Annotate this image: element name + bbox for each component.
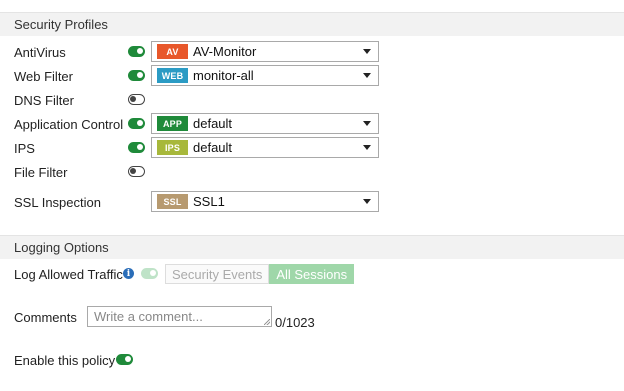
comments-textarea[interactable]: Write a comment... — [87, 306, 272, 327]
application-control-profile-select[interactable]: APP default — [151, 113, 379, 134]
dns-filter-toggle[interactable] — [128, 94, 145, 105]
comments-row: Comments — [14, 306, 77, 328]
logging-options-header: Logging Options — [0, 235, 624, 259]
av-badge: AV — [157, 44, 188, 59]
antivirus-toggle[interactable] — [128, 46, 145, 57]
toggle-knob — [130, 168, 136, 174]
chevron-down-icon — [363, 49, 371, 54]
chevron-down-icon — [363, 121, 371, 126]
log-allowed-traffic-toggle[interactable] — [141, 268, 158, 279]
toggle-knob — [125, 356, 131, 362]
toggle-knob — [137, 48, 143, 54]
file-filter-toggle[interactable] — [128, 166, 145, 177]
security-profiles-header: Security Profiles — [0, 12, 624, 36]
ssl-inspection-row: SSL Inspection — [14, 191, 101, 213]
ips-toggle[interactable] — [128, 142, 145, 153]
security-profiles-title: Security Profiles — [14, 17, 108, 32]
comments-placeholder: Write a comment... — [94, 309, 203, 324]
file-filter-label: File Filter — [14, 164, 68, 180]
info-icon[interactable]: i — [123, 268, 134, 279]
toggle-knob — [137, 120, 143, 126]
ips-row: IPS — [14, 137, 35, 159]
web-filter-label: Web Filter — [14, 68, 73, 84]
logging-options-title: Logging Options — [14, 240, 109, 255]
ssl-badge: SSL — [157, 194, 188, 209]
ips-label: IPS — [14, 140, 35, 156]
chevron-down-icon — [363, 73, 371, 78]
enable-policy-row: Enable this policy — [14, 349, 115, 371]
web-filter-toggle[interactable] — [128, 70, 145, 81]
dns-filter-row: DNS Filter — [14, 89, 74, 111]
toggle-knob — [137, 72, 143, 78]
log-allowed-traffic-label: Log Allowed Traffic — [14, 266, 123, 282]
web-filter-profile-value: monitor-all — [193, 68, 254, 83]
antivirus-profile-value: AV-Monitor — [193, 44, 257, 59]
antivirus-profile-select[interactable]: AV AV-Monitor — [151, 41, 379, 62]
all-sessions-option[interactable]: All Sessions — [269, 264, 355, 284]
application-control-profile-value: default — [193, 116, 233, 131]
comments-counter: 0/1023 — [275, 314, 315, 330]
antivirus-label: AntiVirus — [14, 44, 66, 60]
application-control-toggle[interactable] — [128, 118, 145, 129]
ssl-inspection-profile-select[interactable]: SSL SSL1 — [151, 191, 379, 212]
comments-counter-row: 0/1023 — [275, 311, 315, 333]
web-filter-row: Web Filter — [14, 65, 73, 87]
chevron-down-icon — [363, 145, 371, 150]
dns-filter-label: DNS Filter — [14, 92, 74, 108]
log-mode-segmented-control: Security Events All Sessions — [165, 264, 355, 284]
app-badge: APP — [157, 116, 188, 131]
enable-policy-label: Enable this policy — [14, 352, 116, 368]
enable-policy-toggle[interactable] — [116, 354, 133, 365]
comments-label: Comments — [14, 309, 77, 325]
ips-badge: IPS — [157, 140, 188, 155]
resize-grip-icon[interactable] — [264, 319, 270, 325]
ips-profile-value: default — [193, 140, 233, 155]
toggle-knob — [130, 96, 136, 102]
toggle-knob — [150, 270, 156, 276]
security-events-option[interactable]: Security Events — [165, 264, 270, 284]
toggle-knob — [137, 144, 143, 150]
web-badge: WEB — [157, 68, 188, 83]
ssl-inspection-profile-value: SSL1 — [193, 194, 225, 209]
ips-profile-select[interactable]: IPS default — [151, 137, 379, 158]
ssl-inspection-label: SSL Inspection — [14, 194, 101, 210]
application-control-row: Application Control — [14, 113, 123, 135]
log-allowed-traffic-row: Log Allowed Traffic — [14, 263, 123, 285]
file-filter-row: File Filter — [14, 161, 67, 183]
chevron-down-icon — [363, 199, 371, 204]
web-filter-profile-select[interactable]: WEB monitor-all — [151, 65, 379, 86]
application-control-label: Application Control — [14, 116, 124, 132]
antivirus-row: AntiVirus — [14, 41, 66, 63]
